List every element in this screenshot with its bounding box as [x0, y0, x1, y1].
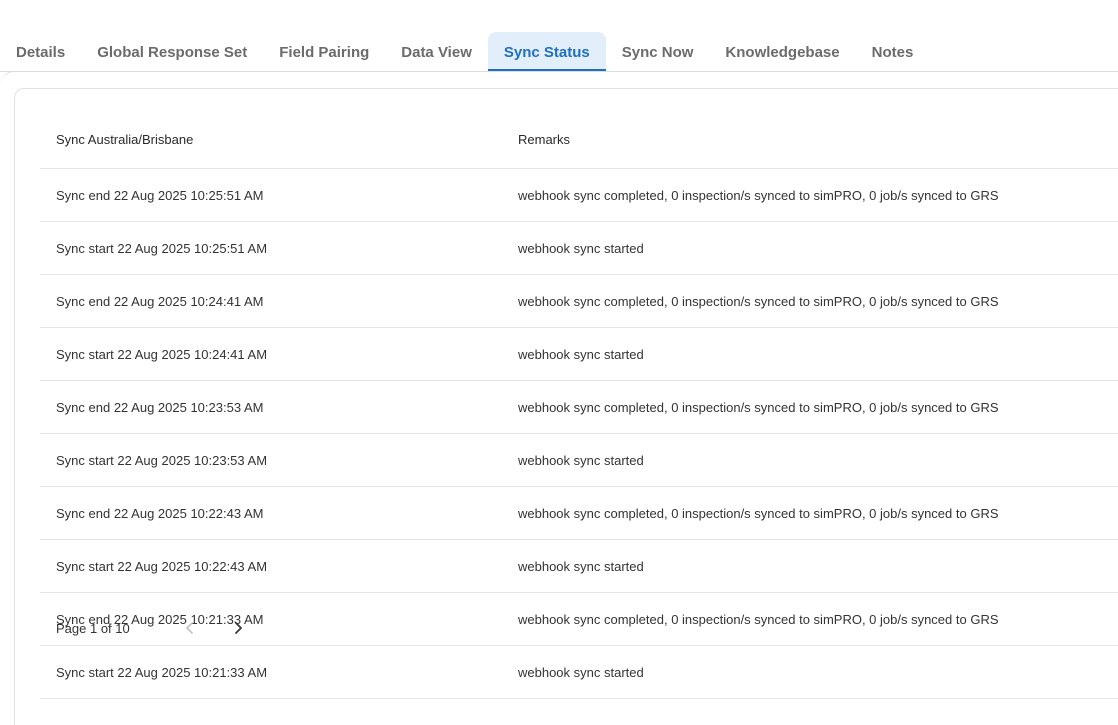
sync-time-cell: Sync end 22 Aug 2025 10:22:43 AM — [56, 505, 264, 521]
tab-sync-now[interactable]: Sync Now — [606, 32, 710, 72]
table-header-row: Sync Australia/Brisbane Remarks — [40, 89, 1118, 169]
remarks-cell: webhook sync completed, 0 inspection/s s… — [518, 611, 999, 627]
sync-time-cell: Sync start 22 Aug 2025 10:21:33 AM — [56, 664, 268, 680]
remarks-cell: webhook sync completed, 0 inspection/s s… — [518, 293, 999, 309]
tab-divider — [0, 71, 1118, 72]
column-header-remarks: Remarks — [518, 132, 571, 147]
sync-time-cell: Sync end 22 Aug 2025 10:25:51 AM — [56, 187, 264, 203]
remarks-cell: webhook sync started — [518, 346, 644, 362]
chevron-right-icon — [235, 622, 242, 634]
table-row: Sync end 22 Aug 2025 10:22:43 AM webhook… — [40, 487, 1118, 540]
sync-time-cell: Sync start 22 Aug 2025 10:24:41 AM — [56, 346, 268, 362]
table-row: Sync start 22 Aug 2025 10:21:33 AM webho… — [40, 646, 1118, 699]
remarks-cell: webhook sync started — [518, 664, 644, 680]
tab-global-response-set[interactable]: Global Response Set — [81, 32, 263, 72]
tab-data-view[interactable]: Data View — [385, 32, 488, 72]
page-indicator: Page 1 of 10 — [56, 620, 130, 636]
tab-notes[interactable]: Notes — [856, 32, 930, 72]
table-row: Sync start 22 Aug 2025 10:25:51 AM webho… — [40, 222, 1118, 275]
pagination: Page 1 of 10 — [56, 616, 274, 640]
table-row: Sync end 22 Aug 2025 10:25:51 AM webhook… — [40, 169, 1118, 222]
tab-details[interactable]: Details — [0, 32, 81, 72]
remarks-cell: webhook sync completed, 0 inspection/s s… — [518, 505, 999, 521]
previous-page-button[interactable] — [178, 616, 202, 640]
remarks-cell: webhook sync completed, 0 inspection/s s… — [518, 187, 999, 203]
sync-time-cell: Sync end 22 Aug 2025 10:23:53 AM — [56, 399, 264, 415]
tab-divider-corner — [0, 71, 14, 85]
sync-time-cell: Sync start 22 Aug 2025 10:22:43 AM — [56, 558, 268, 574]
tab-knowledgebase[interactable]: Knowledgebase — [709, 32, 855, 72]
tab-sync-status[interactable]: Sync Status — [487, 32, 606, 72]
sync-status-page: Details Global Response Set Field Pairin… — [0, 0, 1118, 725]
sync-time-cell: Sync start 22 Aug 2025 10:25:51 AM — [56, 240, 268, 256]
table-row: Sync start 22 Aug 2025 10:24:41 AM webho… — [40, 328, 1118, 381]
table-row: Sync start 22 Aug 2025 10:22:43 AM webho… — [40, 540, 1118, 593]
remarks-cell: webhook sync started — [518, 558, 644, 574]
chevron-left-icon — [186, 622, 193, 634]
remarks-cell: webhook sync started — [518, 452, 644, 468]
column-header-sync-time: Sync Australia/Brisbane — [56, 132, 194, 147]
sync-status-table: Sync Australia/Brisbane Remarks Sync end… — [40, 89, 1118, 699]
tab-field-pairing[interactable]: Field Pairing — [263, 32, 385, 72]
table-row: Sync end 22 Aug 2025 10:23:53 AM webhook… — [40, 381, 1118, 434]
table-row: Sync end 22 Aug 2025 10:24:41 AM webhook… — [40, 275, 1118, 328]
remarks-cell: webhook sync started — [518, 240, 644, 256]
remarks-cell: webhook sync completed, 0 inspection/s s… — [518, 399, 999, 415]
sync-time-cell: Sync end 22 Aug 2025 10:24:41 AM — [56, 293, 264, 309]
next-page-button[interactable] — [226, 616, 250, 640]
tab-bar: Details Global Response Set Field Pairin… — [0, 32, 929, 72]
table-row: Sync start 22 Aug 2025 10:23:53 AM webho… — [40, 434, 1118, 487]
sync-time-cell: Sync start 22 Aug 2025 10:23:53 AM — [56, 452, 268, 468]
